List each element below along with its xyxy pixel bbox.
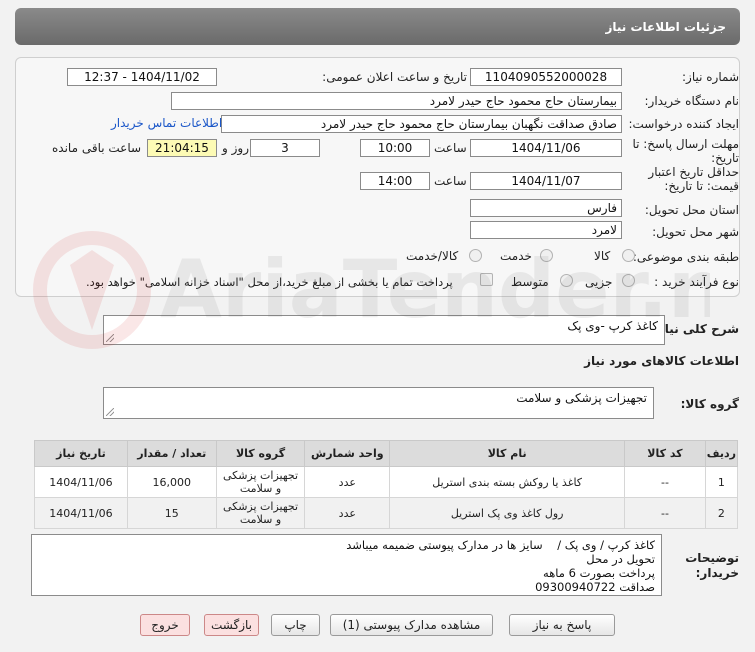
buyer-notes-textbox[interactable]: کاغذ کرپ / وی پک / سایز ها در مدارک پیوس… (31, 534, 662, 596)
quantity: 16,000 (126, 466, 217, 498)
goods-section-title: اطلاعات کالاهای مورد نیاز (584, 354, 739, 368)
need-number-label: شماره نیاز: (682, 70, 739, 84)
remaining-time-field[interactable]: 21:04:15 (147, 139, 217, 157)
days-remaining-field[interactable]: 3 (250, 139, 320, 157)
deadline-label: مهلت ارسال پاسخ: تا (632, 137, 739, 151)
province-field[interactable]: فارس (470, 199, 622, 217)
unit: عدد (304, 466, 391, 498)
treasury-payment-note: پرداخت تمام یا بخشی از مبلغ خرید،از محل … (86, 275, 453, 289)
city-label: شهر محل تحویل: (652, 225, 739, 239)
col-header-item-name: نام کالا (389, 440, 626, 467)
category-label: طبقه بندی موضوعی: (632, 250, 739, 264)
category-radio-both[interactable] (469, 249, 482, 262)
need-date: 1404/11/06 (34, 466, 128, 498)
validity-date-word: قیمت: تا تاریخ: (664, 179, 739, 193)
deadline-time-field[interactable]: 10:00 (360, 139, 430, 157)
buyer-notes-label: توضیحات (685, 551, 739, 565)
process-radio-medium[interactable] (560, 274, 573, 287)
col-header-item-code: کد کالا (624, 440, 706, 467)
goods-group-textbox[interactable]: تجهیزات پزشکی و سلامت (103, 387, 654, 419)
item-code: -- (624, 466, 706, 498)
col-header-item-group: گروه کالا (215, 440, 306, 467)
items-table: ردیف کد کالا نام کالا واحد شمارش گروه کا… (34, 440, 739, 529)
goods-group-label: گروه کالا: (680, 397, 739, 411)
page-title: جزئیات اطلاعات نیاز (605, 19, 726, 34)
need-number-field[interactable]: 1104090552000028 (470, 68, 622, 86)
page-header: جزئیات اطلاعات نیاز (15, 8, 740, 45)
deadline-date-word: تاریخ: (711, 151, 739, 165)
process-radio-minor[interactable] (622, 274, 635, 287)
process-option-medium: متوسط (511, 275, 549, 289)
item-code: -- (624, 497, 706, 529)
buyer-contact-link[interactable]: اطلاعات تماس خریدار (111, 116, 222, 130)
announce-datetime-field[interactable]: 1404/11/02 - 12:37 (67, 68, 217, 86)
col-header-unit: واحد شمارش (304, 440, 391, 467)
view-attachments-button[interactable]: مشاهده مدارک پیوستی (1) (330, 614, 493, 636)
resize-handle-icon[interactable] (106, 408, 114, 416)
resize-handle-icon[interactable] (106, 334, 114, 342)
buyer-notes-line: پرداخت بصورت 6 ماهه (543, 566, 655, 580)
item-group: تجهیزات پزشکی و سلامت (215, 466, 306, 498)
item-name: کاغذ یا روکش بسته بندی استریل (389, 466, 626, 498)
buyer-org-field[interactable]: بیمارستان حاج محمود حاج حیدر لامرد (171, 92, 622, 110)
col-header-quantity: تعداد / مقدار (126, 440, 217, 467)
buyer-org-label: نام دستگاه خریدار: (644, 94, 740, 108)
requester-field[interactable]: صادق صداقت نگهبان بیمارستان حاج محمود حا… (221, 115, 622, 133)
process-type-label: نوع فرآیند خرید : (654, 275, 739, 289)
city-field[interactable]: لامرد (470, 221, 622, 239)
deadline-date-field[interactable]: 1404/11/06 (470, 139, 622, 157)
validity-label: حداقل تاریخ اعتبار (648, 165, 739, 179)
table-row[interactable]: 2 -- رول کاغذ وی پک استریل عدد تجهیزات پ… (34, 497, 739, 529)
category-option-service: خدمت (500, 249, 532, 263)
unit: عدد (304, 497, 391, 529)
province-label: استان محل تحویل: (644, 203, 739, 217)
print-button[interactable]: چاپ (271, 614, 320, 636)
summary-textbox[interactable]: کاغذ کرپ -وی پک (103, 315, 665, 345)
treasury-payment-checkbox[interactable] (480, 273, 493, 286)
row-number: 1 (704, 466, 739, 498)
category-option-both: کالا/خدمت (406, 249, 459, 263)
need-date: 1404/11/06 (34, 497, 128, 529)
item-group: تجهیزات پزشکی و سلامت (215, 497, 306, 529)
quantity: 15 (126, 497, 217, 529)
category-radio-goods[interactable] (622, 249, 635, 262)
col-header-row-number: ردیف (704, 440, 739, 467)
validity-time-field[interactable]: 14:00 (360, 172, 430, 190)
days-word-label: روز و (222, 141, 249, 155)
goods-group-text: تجهیزات پزشکی و سلامت (516, 391, 647, 405)
col-header-need-date: تاریخ نیاز (34, 440, 128, 467)
row-number: 2 (704, 497, 739, 529)
announce-datetime-label: تاریخ و ساعت اعلان عمومی: (322, 70, 467, 84)
category-radio-service[interactable] (540, 249, 553, 262)
requester-label: ایجاد کننده درخواست: (628, 117, 739, 131)
buyer-notes-line: صداقت 09300940722 (535, 580, 655, 594)
buyer-notes-line: تحویل در محل (586, 552, 655, 566)
back-button[interactable]: بازگشت (204, 614, 259, 636)
summary-label: شرح کلی نیاز: (653, 322, 739, 336)
item-name: رول کاغذ وی پک استریل (389, 497, 626, 529)
category-option-goods: کالا (594, 249, 611, 263)
deadline-time-label: ساعت (434, 141, 467, 155)
table-row[interactable]: 1 -- کاغذ یا روکش بسته بندی استریل عدد ت… (34, 466, 739, 498)
buyer-notes-label-2: خریدار: (695, 566, 739, 580)
reply-button[interactable]: پاسخ به نیاز (509, 614, 615, 636)
buyer-notes-line: کاغذ کرپ / وی پک / سایز ها در مدارک پیوس… (346, 538, 655, 552)
table-header-row: ردیف کد کالا نام کالا واحد شمارش گروه کا… (34, 440, 739, 467)
validity-date-field[interactable]: 1404/11/07 (470, 172, 622, 190)
summary-text: کاغذ کرپ -وی پک (567, 319, 658, 333)
process-option-minor: جزیی (585, 275, 613, 289)
exit-button[interactable]: خروج (140, 614, 190, 636)
remaining-time-label: ساعت باقی مانده (52, 141, 142, 155)
validity-time-label: ساعت (434, 174, 467, 188)
